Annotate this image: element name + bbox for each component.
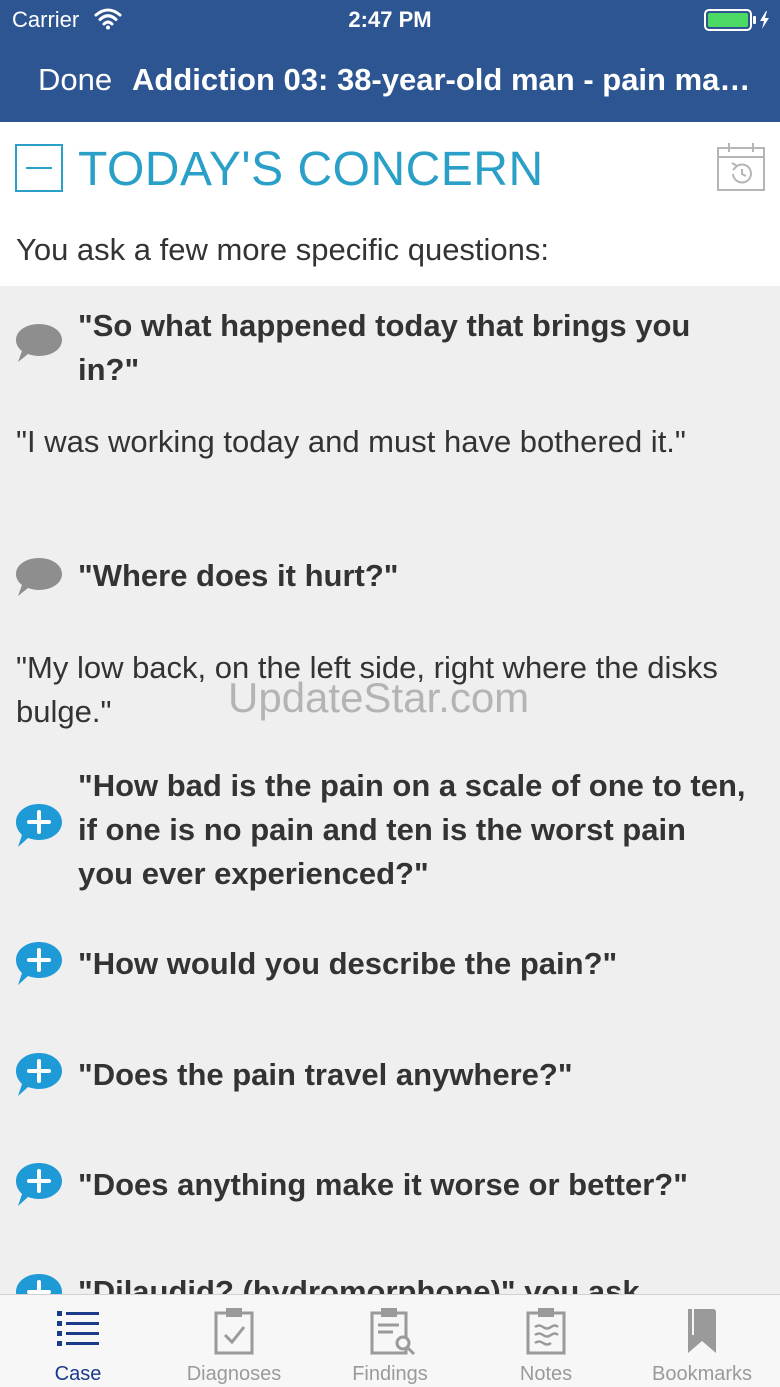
- status-time: 2:47 PM: [348, 7, 432, 32]
- bookmark-icon: [688, 1309, 716, 1353]
- tab-bookmarks[interactable]: Bookmarks: [624, 1295, 780, 1387]
- question-text[interactable]: "How would you describe the pain?": [78, 942, 748, 986]
- question-text[interactable]: "Where does it hurt?": [78, 554, 748, 598]
- question-list[interactable]: "So what happened today that brings you …: [0, 286, 780, 1294]
- clipboard-search-icon: [370, 1308, 416, 1355]
- add-bubble-icon[interactable]: [14, 1051, 64, 1104]
- navigation-bar: Done Addiction 03: 38-year-old man - pai…: [0, 40, 780, 122]
- tab-diagnoses[interactable]: Diagnoses: [156, 1295, 312, 1387]
- answer-text: "My low back, on the left side, right wh…: [16, 650, 718, 729]
- case-title: Addiction 03: 38-year-old man - pain man…: [132, 62, 757, 97]
- section-header: TODAY'S CONCERN You ask a few more speci…: [0, 122, 780, 286]
- status-bar: Carrier 2:47 PM: [0, 0, 780, 40]
- question-text[interactable]: "How bad is the pain on a scale of one t…: [78, 764, 748, 896]
- add-bubble-icon[interactable]: [14, 940, 64, 993]
- clipboard-check-icon: [214, 1308, 254, 1355]
- tab-label: Diagnoses: [186, 1363, 282, 1385]
- tab-notes[interactable]: Notes: [468, 1295, 624, 1387]
- list-icon: [57, 1311, 99, 1346]
- answer-text: "I was working today and must have bothe…: [16, 424, 686, 459]
- battery-icon: [704, 9, 772, 36]
- tab-label: Notes: [519, 1363, 573, 1385]
- tab-label: Bookmarks: [651, 1363, 753, 1385]
- tab-bar: Case Diagnoses Findings Notes Bookmarks: [0, 1294, 780, 1387]
- section-title: TODAY'S CONCERN: [78, 143, 544, 196]
- section-intro: You ask a few more specific questions:: [16, 232, 550, 267]
- question-text[interactable]: "So what happened today that brings you …: [78, 304, 748, 392]
- clipboard-notes-icon: [526, 1308, 566, 1355]
- tab-label: Findings: [352, 1363, 428, 1385]
- tab-case[interactable]: Case: [0, 1295, 156, 1387]
- question-text[interactable]: "Does the pain travel anywhere?": [78, 1053, 748, 1097]
- collapse-section-button[interactable]: [15, 144, 63, 192]
- add-bubble-icon[interactable]: [14, 1161, 64, 1214]
- tab-label: Case: [54, 1363, 102, 1385]
- question-text[interactable]: "Dilaudid? (hydromorphone)" you ask.: [78, 1270, 748, 1294]
- speech-bubble-icon: [14, 320, 64, 371]
- add-bubble-icon[interactable]: [14, 1272, 64, 1294]
- add-bubble-icon[interactable]: [14, 802, 64, 855]
- question-text[interactable]: "Does anything make it worse or better?": [78, 1163, 748, 1207]
- done-button[interactable]: Done: [38, 62, 112, 98]
- calendar-reset-icon[interactable]: [716, 142, 766, 197]
- tab-findings[interactable]: Findings: [312, 1295, 468, 1387]
- speech-bubble-icon: [14, 554, 64, 605]
